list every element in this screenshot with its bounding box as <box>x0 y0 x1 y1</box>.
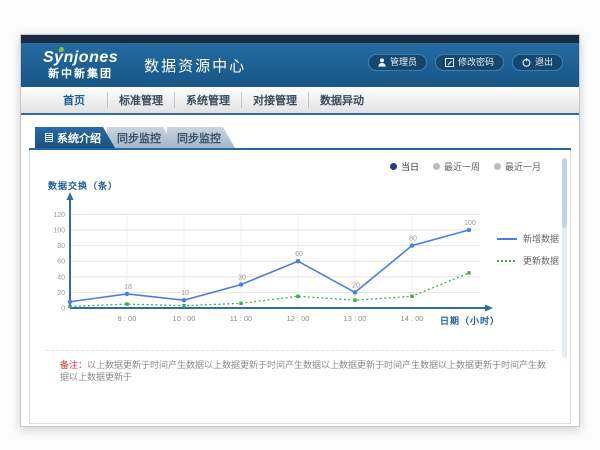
logo-text-en: Synjones <box>43 50 118 66</box>
x-axis-title: 日期（小时） <box>440 314 500 327</box>
legend-label: 新增数据 <box>523 232 559 245</box>
svg-text:10 : 00: 10 : 00 <box>173 314 196 323</box>
svg-text:80: 80 <box>57 243 65 250</box>
legend-swatch <box>497 238 517 240</box>
svg-text:60: 60 <box>295 251 303 258</box>
user-button[interactable]: 管理员 <box>368 54 427 71</box>
tab-label: 同步监控 <box>177 130 221 146</box>
nav-bar: 首页标准管理系统管理对接管理数据异动 <box>21 87 579 115</box>
nav-item-3[interactable]: 对接管理 <box>241 92 308 108</box>
scrollbar-thumb[interactable] <box>562 158 567 228</box>
footnote-text: 以上数据更新于时间产生数据以上数据更新于时间产生数据以上数据更新于时间产生数据以… <box>60 360 546 382</box>
logo: Synjones 新中新集团 <box>43 50 118 80</box>
time-range-option-0[interactable]: 当日 <box>390 160 419 173</box>
tab-label: 同步监控 <box>117 130 161 146</box>
tab-2[interactable]: 同步监控 <box>167 127 235 148</box>
user-button-label: 管理员 <box>390 58 417 67</box>
svg-text:13 : 00: 13 : 00 <box>344 314 367 323</box>
chart-panel: 当日最近一周最近一月 数据交换（条） 0204060801001209 : 00… <box>29 150 571 424</box>
svg-text:11 : 00: 11 : 00 <box>230 314 252 323</box>
chart-legend: 新增数据更新数据 <box>497 232 559 267</box>
tab-label: 系统介绍 <box>57 130 101 146</box>
radio-icon <box>494 163 501 170</box>
time-range-options: 当日 最近一周 最近一月 <box>390 160 541 173</box>
svg-text:120: 120 <box>53 212 65 219</box>
top-strip <box>21 35 579 43</box>
app-window: Synjones 新中新集团 数据资源中心 管理员 修改密码 退出 首页标准管理… <box>20 34 580 427</box>
svg-text:60: 60 <box>57 259 65 266</box>
nav-item-0[interactable]: 首页 <box>41 92 107 108</box>
logo-leaf-icon <box>59 47 64 52</box>
svg-text:100: 100 <box>464 220 476 227</box>
line-chart: 0 20 40 60 80 100 120 9 : 00 10 : 00 11 : 00 12 : … <box>32 188 502 328</box>
footnote-prefix: 备注： <box>60 360 87 370</box>
logo-wordmark: Synjones <box>43 49 118 66</box>
svg-text:9 : 00: 9 : 00 <box>118 314 137 323</box>
legend-swatch <box>497 260 517 262</box>
time-range-option-1[interactable]: 最近一周 <box>433 160 480 173</box>
nav-item-1[interactable]: 标准管理 <box>107 92 174 108</box>
footnote: 备注：以上数据更新于时间产生数据以上数据更新于时间产生数据以上数据更新于时间产生… <box>46 350 554 383</box>
svg-text:20: 20 <box>57 290 65 297</box>
radio-icon <box>433 163 440 170</box>
legend-item-0: 新增数据 <box>497 232 559 245</box>
app-header: Synjones 新中新集团 数据资源中心 管理员 修改密码 退出 <box>21 43 579 87</box>
svg-text:12 : 00: 12 : 00 <box>287 314 310 323</box>
panel-scrollbar[interactable] <box>562 158 567 358</box>
user-icon <box>378 58 386 67</box>
radio-label: 当日 <box>401 160 419 173</box>
svg-text:10: 10 <box>181 290 189 297</box>
svg-text:14 : 00: 14 : 00 <box>401 314 424 323</box>
time-range-option-2[interactable]: 最近一月 <box>494 160 541 173</box>
tab-bar: 系统介绍同步监控同步监控 <box>29 127 571 150</box>
change-password-button[interactable]: 修改密码 <box>435 54 504 71</box>
tab-1[interactable]: 同步监控 <box>107 127 175 148</box>
nav-item-4[interactable]: 数据异动 <box>308 92 375 108</box>
radio-label: 最近一周 <box>444 160 480 173</box>
logout-button-label: 退出 <box>535 58 553 67</box>
logo-text-cn: 新中新集团 <box>43 69 118 80</box>
change-password-label: 修改密码 <box>458 58 494 67</box>
nav-item-2[interactable]: 系统管理 <box>174 92 241 108</box>
document-icon <box>45 133 53 142</box>
svg-text:18: 18 <box>124 284 132 291</box>
radio-label: 最近一月 <box>505 160 541 173</box>
svg-text:20: 20 <box>352 282 360 289</box>
legend-label: 更新数据 <box>523 254 559 267</box>
header-actions: 管理员 修改密码 退出 <box>368 54 563 71</box>
tab-0[interactable]: 系统介绍 <box>35 127 115 148</box>
svg-text:40: 40 <box>57 274 65 281</box>
svg-text:30: 30 <box>238 275 246 282</box>
main-content: 系统介绍同步监控同步监控 当日最近一周最近一月 数据交换（条） 02040608… <box>21 115 579 424</box>
svg-text:100: 100 <box>53 228 65 235</box>
edit-icon <box>445 58 454 67</box>
svg-text:80: 80 <box>409 236 417 243</box>
legend-item-1: 更新数据 <box>497 254 559 267</box>
power-icon <box>522 58 531 67</box>
logout-button[interactable]: 退出 <box>512 54 563 71</box>
svg-text:0: 0 <box>61 306 65 313</box>
page-title: 数据资源中心 <box>144 55 246 76</box>
radio-icon <box>390 163 397 170</box>
